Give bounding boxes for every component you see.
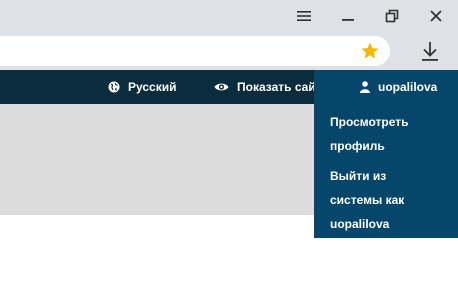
- minimize-icon: [342, 19, 354, 21]
- star-icon: [361, 42, 379, 59]
- user-menu-toggle[interactable]: uopalilova: [314, 70, 458, 104]
- menu-item-view-profile-line2: профиль: [330, 139, 385, 153]
- restore-button[interactable]: [369, 0, 415, 32]
- language-selector[interactable]: Русский: [108, 70, 177, 104]
- bookmark-button[interactable]: [357, 40, 383, 62]
- view-site-link[interactable]: Показать сайт: [214, 70, 322, 104]
- user-icon: [360, 81, 370, 93]
- user-dropdown-menu: Просмотреть профиль Выйти из системы как…: [314, 104, 458, 238]
- menu-item-logout-line3: uopalilova: [330, 217, 390, 231]
- site-navbar: Русский Показать сайт uopalilova: [0, 70, 458, 104]
- language-label: Русский: [128, 80, 177, 94]
- minimize-button[interactable]: [325, 0, 371, 32]
- browser-toolbar: [0, 32, 458, 70]
- globe-icon: [108, 81, 120, 93]
- download-button[interactable]: [414, 36, 446, 66]
- menu-item-logout[interactable]: Выйти из системы как uopalilova: [330, 164, 448, 236]
- view-site-label: Показать сайт: [237, 80, 322, 94]
- username-label: uopalilova: [378, 80, 438, 94]
- close-icon: [430, 10, 442, 22]
- menu-item-view-profile-line1: Просмотреть: [330, 115, 409, 129]
- browser-titlebar: [0, 0, 458, 32]
- menu-item-logout-line1: Выйти из: [330, 169, 387, 183]
- eye-icon: [214, 83, 229, 91]
- browser-menu-button[interactable]: [281, 0, 327, 32]
- menu-item-logout-line2: системы как: [330, 193, 405, 207]
- menu-icon: [297, 11, 311, 21]
- restore-icon: [385, 9, 399, 23]
- close-button[interactable]: [413, 0, 458, 32]
- address-bar[interactable]: [0, 36, 390, 66]
- menu-item-view-profile[interactable]: Просмотреть профиль: [330, 110, 448, 158]
- download-icon: [422, 42, 438, 61]
